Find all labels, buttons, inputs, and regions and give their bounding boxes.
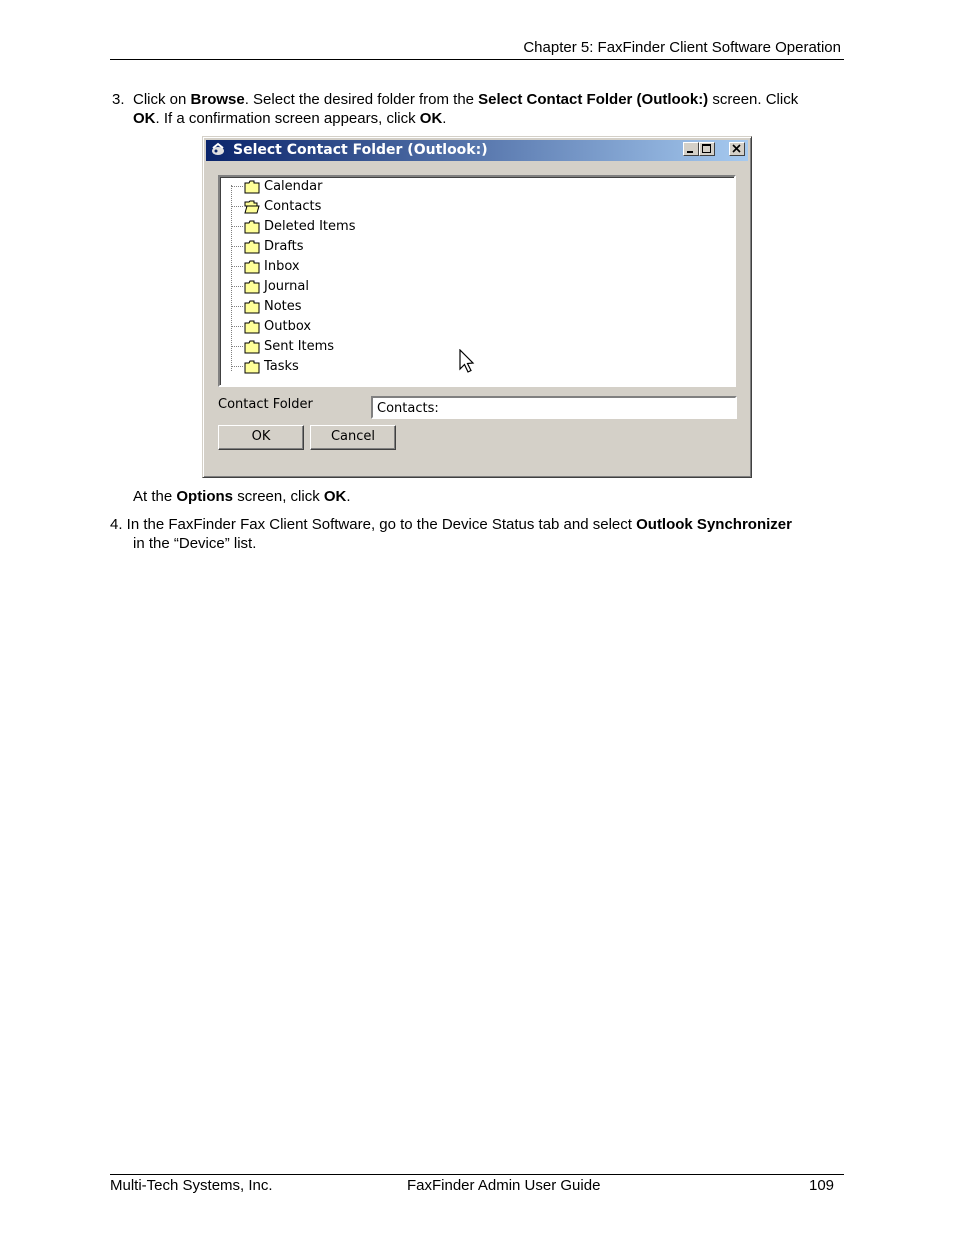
outlook-app-icon: [212, 142, 224, 155]
folder-item-sent-items[interactable]: Sent Items: [220, 337, 520, 357]
title-bar[interactable]: Select Contact Folder (Outlook:): [206, 140, 748, 161]
close-icon: [732, 144, 741, 153]
folder-item-contacts[interactable]: Contacts: [220, 197, 520, 217]
folder-closed-icon: [244, 220, 260, 234]
page-number: 109: [809, 1177, 835, 1194]
folder-closed-icon: [244, 180, 260, 194]
folder-tree[interactable]: Calendar Contacts Deleted Items Drafts I…: [218, 175, 736, 387]
mouse-pointer-icon: [459, 349, 475, 373]
options-paragraph: At the Options screen, click OK.: [133, 488, 351, 505]
folder-item-notes[interactable]: Notes: [220, 297, 520, 317]
step-3-paragraph: 3. Click on Browse. Select the desired f…: [112, 91, 799, 127]
minimize-icon: [687, 151, 693, 153]
outlook-synchronizer-emphasis: Outlook Synchronizer: [636, 516, 792, 533]
footer-rule: [110, 1174, 844, 1175]
contact-folder-field[interactable]: Contacts:: [371, 396, 737, 419]
folder-open-icon: [244, 200, 260, 214]
folder-item-drafts[interactable]: Drafts: [220, 237, 520, 257]
folder-closed-icon: [244, 260, 260, 274]
folder-closed-icon: [244, 340, 260, 354]
folder-closed-icon: [244, 240, 260, 254]
folder-item-deleted-items[interactable]: Deleted Items: [220, 217, 520, 237]
folder-closed-icon: [244, 320, 260, 334]
folder-item-inbox[interactable]: Inbox: [220, 257, 520, 277]
footer-guide-title: FaxFinder Admin User Guide: [407, 1177, 601, 1194]
browse-emphasis: Browse: [190, 91, 245, 108]
step-number: 3.: [112, 91, 125, 108]
minimize-button[interactable]: [683, 142, 699, 156]
maximize-icon: [702, 144, 711, 153]
ok-button[interactable]: OK: [218, 425, 304, 450]
folder-closed-icon: [244, 360, 260, 374]
dialog-name-emphasis: Select Contact Folder (Outlook:): [478, 91, 709, 108]
dialog-title: Select Contact Folder (Outlook:): [233, 142, 488, 158]
step-4-paragraph: 4. In the FaxFinder Fax Client Software,…: [110, 516, 792, 552]
running-header: Chapter 5: FaxFinder Client Software Ope…: [523, 39, 841, 56]
folder-closed-icon: [244, 300, 260, 314]
folder-item-outbox[interactable]: Outbox: [220, 317, 520, 337]
folder-item-calendar[interactable]: Calendar: [220, 177, 520, 197]
maximize-button[interactable]: [699, 142, 715, 156]
close-button[interactable]: [729, 142, 745, 156]
folder-closed-icon: [244, 280, 260, 294]
contact-folder-label: Contact Folder: [218, 397, 313, 412]
options-emphasis: Options: [176, 488, 234, 505]
cancel-button[interactable]: Cancel: [310, 425, 396, 450]
folder-item-journal[interactable]: Journal: [220, 277, 520, 297]
header-rule: [110, 59, 844, 60]
select-contact-folder-dialog: Select Contact Folder (Outlook:) Calenda…: [202, 136, 752, 478]
footer-company: Multi-Tech Systems, Inc.: [110, 1177, 273, 1194]
folder-item-tasks[interactable]: Tasks: [220, 357, 520, 377]
